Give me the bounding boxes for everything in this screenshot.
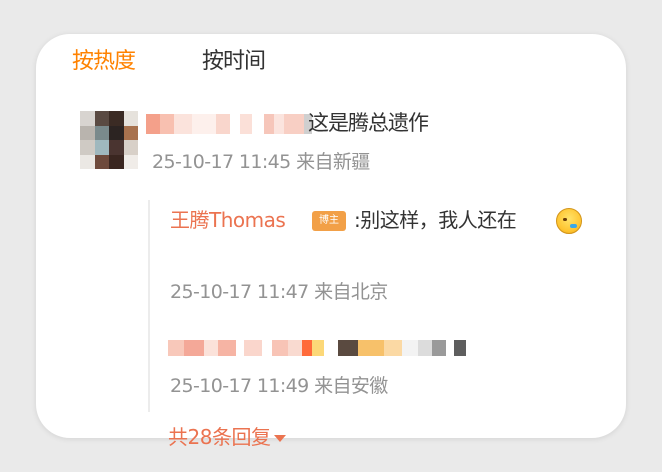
commenter-avatar[interactable]	[80, 111, 138, 169]
comment-text: 这是腾总遗作	[308, 111, 429, 135]
reply-text: :别这样，我人还在	[354, 208, 517, 232]
blogger-badge: 博主	[312, 211, 346, 231]
reply-author-link[interactable]: 王腾Thomas	[170, 207, 286, 233]
more-replies-link[interactable]: 共28条回复	[168, 424, 287, 450]
reply-divider-line	[148, 200, 150, 412]
reply-meta: 25-10-17 11:47 来自北京	[170, 281, 388, 303]
crying-laughing-face-icon	[556, 208, 582, 234]
comment-card: 按热度 按时间 这是腾总遗作 25-10-17 11:45 来自新疆 王腾Tho…	[36, 34, 626, 449]
commenter-name-redacted[interactable]	[146, 114, 312, 134]
more-replies-label: 共28条回复	[168, 425, 271, 449]
comment-meta: 25-10-17 11:45 来自新疆	[152, 151, 370, 173]
tab-sort-by-time[interactable]: 按时间	[202, 48, 266, 76]
caret-down-icon	[274, 435, 287, 442]
reply-redacted-content[interactable]	[168, 334, 466, 362]
tab-sort-by-popularity[interactable]: 按热度	[72, 48, 136, 76]
reply-meta: 25-10-17 11:49 来自安徽	[170, 375, 388, 397]
replies-section: 王腾Thomas 博主 :别这样，我人还在 25-10-17 11:47 来自北…	[148, 194, 608, 449]
